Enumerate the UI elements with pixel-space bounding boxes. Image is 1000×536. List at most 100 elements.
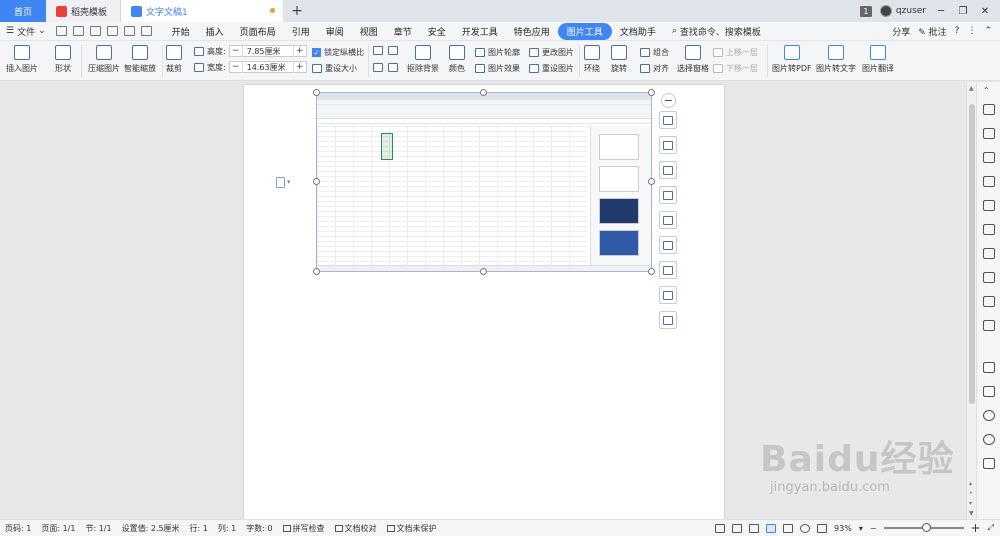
document-icon[interactable] [983, 296, 995, 307]
float-edit-button[interactable] [659, 161, 677, 179]
resize-handle-s[interactable] [480, 268, 487, 275]
wrap-text-button[interactable]: 环绕 [584, 45, 600, 74]
print-icon[interactable] [89, 26, 101, 36]
change-picture-button[interactable]: 更改图片 [529, 47, 574, 58]
selection-pane-button[interactable]: 选择窗格 [677, 45, 709, 74]
menu-developer[interactable]: 开发工具 [454, 25, 506, 38]
scroll-page-icon[interactable]: • [969, 490, 973, 497]
proofread-button[interactable]: 文档校对 [330, 523, 382, 534]
preview-icon[interactable] [106, 26, 118, 36]
resize-handle-n[interactable] [480, 89, 487, 96]
image-icon[interactable] [983, 386, 995, 397]
zoom-out-button[interactable]: − [870, 524, 877, 533]
share-button[interactable]: 分享 [892, 25, 910, 38]
remove-background-button[interactable]: 抠除背景 [407, 45, 439, 74]
style-icon[interactable] [983, 176, 995, 187]
zoom-slider-knob[interactable] [921, 523, 931, 532]
width-increase-button[interactable]: + [294, 62, 306, 72]
collapse-float-button[interactable] [661, 93, 676, 108]
bring-forward-button[interactable]: 上移一层 [713, 47, 758, 58]
menu-picture-tools[interactable]: 图片工具 [557, 22, 612, 40]
resize-handle-e[interactable] [648, 178, 655, 185]
width-stepper[interactable]: − 14.63厘米 + [228, 61, 307, 73]
lock-ratio-checkbox[interactable]: ✓ 锁定纵横比 [312, 47, 364, 58]
width-input[interactable]: 14.63厘米 [241, 61, 294, 73]
float-more-button[interactable] [659, 311, 677, 329]
menu-page-layout[interactable]: 页面布局 [232, 25, 284, 38]
vertical-scrollbar[interactable]: ▲ ▴ • ▾ ▼ [966, 82, 976, 519]
send-backward-button[interactable]: 下移一层 [713, 63, 758, 74]
fullscreen-icon[interactable] [715, 523, 726, 533]
scroll-up-double-icon[interactable]: ▴ [969, 480, 972, 487]
read-view-icon[interactable] [783, 523, 794, 533]
file-menu[interactable]: ☰ 文件 ⌄ [0, 25, 52, 38]
menu-doc-assistant[interactable]: 文档助手 [612, 25, 664, 38]
window-count-badge[interactable]: 1 [859, 5, 872, 17]
spell-check-button[interactable]: 拼写检查 [278, 523, 330, 534]
picture-to-text-button[interactable]: 图片转文字 [816, 45, 856, 74]
rotate-button[interactable]: 旋转 [611, 45, 627, 74]
float-translate-button[interactable] [659, 286, 677, 304]
undo-icon[interactable] [123, 26, 135, 36]
scroll-down-double-icon[interactable]: ▾ [969, 500, 972, 507]
rotate-left-button[interactable] [373, 46, 383, 55]
tab-docer[interactable]: 稻壳模板 [46, 0, 121, 22]
share-icon[interactable] [983, 320, 995, 331]
menu-review[interactable]: 审阅 [318, 25, 352, 38]
flip-horizontal-button[interactable] [373, 63, 383, 72]
zoom-level[interactable]: 93% [834, 524, 852, 533]
resize-handle-sw[interactable] [313, 268, 320, 275]
inserted-picture[interactable] [316, 92, 652, 272]
user-account[interactable]: qzuser [879, 5, 926, 17]
height-decrease-button[interactable]: − [230, 46, 242, 56]
picture-translate-button[interactable]: 图片翻译 [862, 45, 894, 74]
picture-effect-button[interactable]: 图片效果 [475, 63, 520, 74]
reset-size-button[interactable]: 重设大小 [312, 63, 357, 74]
status-words[interactable]: 字数: 0 [241, 523, 277, 534]
color-button[interactable]: 颜色 [449, 45, 465, 74]
export-icon[interactable] [72, 26, 84, 36]
menu-references[interactable]: 引用 [284, 25, 318, 38]
web-view-icon[interactable] [800, 523, 811, 533]
height-input[interactable]: 7.85厘米 [241, 45, 294, 57]
float-to-pdf-button[interactable] [659, 261, 677, 279]
rotate-right-button[interactable] [388, 46, 398, 55]
paragraph-layout-icon[interactable] [276, 177, 285, 188]
archive-icon[interactable] [983, 362, 995, 373]
write-mode-icon[interactable] [749, 523, 760, 533]
float-crop-button[interactable] [659, 186, 677, 204]
float-layout-button[interactable] [659, 111, 677, 129]
resize-handle-w[interactable] [313, 178, 320, 185]
menu-security[interactable]: 安全 [420, 25, 454, 38]
table-icon[interactable] [983, 200, 995, 211]
chart-icon[interactable] [983, 248, 995, 259]
more-icon[interactable]: ⋮ [967, 26, 976, 36]
group-button[interactable]: 组合 [640, 47, 669, 58]
history-icon[interactable] [983, 434, 995, 445]
menu-insert[interactable]: 插入 [198, 25, 232, 38]
height-stepper[interactable]: − 7.85厘米 + [228, 45, 307, 57]
zoom-in-button[interactable]: + [971, 521, 981, 535]
height-increase-button[interactable]: + [294, 46, 306, 56]
help-icon[interactable] [983, 458, 995, 469]
settings-sliders-icon[interactable] [983, 272, 995, 283]
sidebar-collapse-icon[interactable]: ⌃ [983, 86, 995, 97]
resize-handle-se[interactable] [648, 268, 655, 275]
cursor-icon[interactable] [983, 128, 995, 139]
compress-picture-button[interactable]: 压缩图片 [88, 45, 120, 74]
chevron-down-icon[interactable]: ▾ [287, 178, 291, 186]
picture-to-pdf-button[interactable]: 图片转PDF [772, 45, 812, 74]
apps-icon[interactable] [983, 224, 995, 235]
menu-section[interactable]: 章节 [386, 25, 420, 38]
close-icon[interactable]: ✕ [978, 6, 992, 17]
minimize-icon[interactable]: ─ [934, 6, 948, 17]
float-zoom-button[interactable] [659, 136, 677, 154]
collapse-ribbon-icon[interactable]: ⌃ [984, 26, 992, 36]
menu-view[interactable]: 视图 [352, 25, 386, 38]
float-to-text-button[interactable] [659, 236, 677, 254]
scrollbar-thumb[interactable] [969, 104, 975, 404]
pen-icon[interactable] [983, 104, 995, 115]
protection-button[interactable]: 文档未保护 [382, 523, 442, 534]
flip-vertical-button[interactable] [388, 63, 398, 72]
tab-home[interactable]: 首页 [0, 0, 46, 22]
